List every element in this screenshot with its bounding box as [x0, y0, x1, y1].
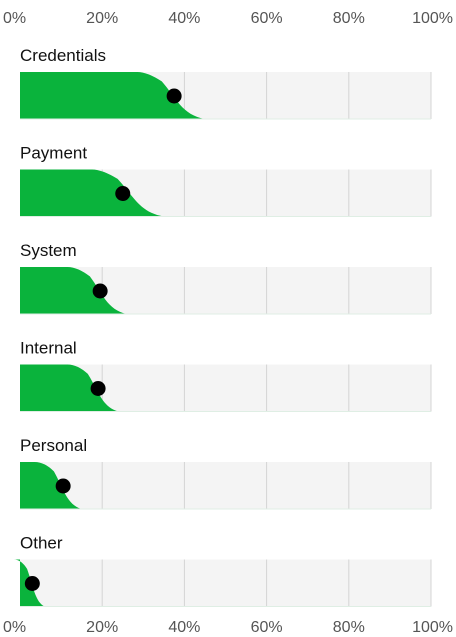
bottom-tick-label-3: 60% [251, 619, 283, 636]
category-panel-2: System [20, 241, 432, 315]
median-marker [92, 283, 108, 299]
category-label: Credentials [20, 46, 106, 65]
distribution-chart: 0% 20% 40% 60% 80% 100% Credentials Payment Sys… [3, 10, 453, 636]
top-tick-label-2: 40% [168, 10, 200, 27]
category-panel-0: Credentials [20, 46, 432, 120]
top-tick-label-4: 80% [333, 10, 365, 27]
bottom-tick-label-0: 0% [3, 619, 26, 636]
category-label: Payment [20, 144, 87, 163]
category-panel-3: Internal [20, 339, 432, 412]
panel-background [20, 559, 431, 607]
median-marker [55, 478, 71, 494]
bottom-tick-label-2: 40% [168, 619, 200, 636]
top-tick-label-3: 60% [251, 10, 283, 27]
category-panel-5: Other [13, 534, 432, 607]
top-tick-label-0: 0% [3, 10, 26, 27]
bottom-tick-label-5: 100% [412, 619, 453, 636]
bottom-tick-label-4: 80% [333, 619, 365, 636]
top-tick-label-5: 100% [412, 10, 453, 27]
bottom-axis: 0% 20% 40% 60% 80% 100% [3, 619, 453, 636]
category-panel-1: Payment [20, 144, 432, 217]
median-marker [24, 576, 40, 591]
top-axis: 0% 20% 40% 60% 80% 100% [3, 10, 453, 27]
category-label: Other [20, 534, 63, 553]
median-marker [115, 186, 131, 201]
panel-background [20, 462, 431, 509]
category-label: Internal [20, 339, 77, 358]
category-panel-4: Personal [20, 436, 432, 510]
bottom-tick-label-1: 20% [86, 619, 118, 636]
median-marker [90, 381, 106, 396]
top-tick-label-1: 20% [86, 10, 118, 27]
median-marker [166, 88, 182, 104]
category-panels: Credentials Payment System Internal Personal… [13, 46, 432, 607]
category-label: System [20, 241, 77, 260]
category-label: Personal [20, 436, 87, 455]
